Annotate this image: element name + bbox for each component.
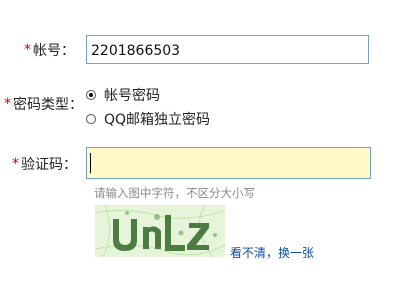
required-mark: *	[24, 42, 31, 58]
captcha-input[interactable]	[86, 147, 371, 179]
password-type-label-row: * 密码类型：	[4, 94, 83, 114]
required-mark: *	[12, 156, 19, 172]
radio-button-checked[interactable]	[86, 90, 96, 100]
text-caret	[90, 153, 91, 173]
captcha-hint: 请输入图中字符，不区分大小写	[94, 186, 255, 200]
captcha-image	[94, 204, 226, 258]
required-mark: *	[4, 96, 11, 112]
password-type-label: 密码类型：	[13, 97, 83, 113]
account-label: 帐号：	[33, 43, 75, 59]
radio-option-account-password[interactable]: 帐号密码	[86, 86, 160, 104]
captcha-label: 验证码：	[21, 157, 77, 173]
radio-label[interactable]: QQ邮箱独立密码	[104, 109, 210, 129]
account-label-row: * 帐号：	[24, 40, 75, 60]
radio-label[interactable]: 帐号密码	[104, 85, 160, 105]
radio-button-unchecked[interactable]	[86, 114, 96, 124]
account-input[interactable]	[86, 35, 369, 64]
captcha-graphic	[94, 204, 226, 258]
captcha-label-row: * 验证码：	[12, 154, 77, 174]
refresh-captcha-link[interactable]: 看不清，换一张	[230, 244, 314, 261]
radio-option-qqmail-password[interactable]: QQ邮箱独立密码	[86, 110, 210, 128]
